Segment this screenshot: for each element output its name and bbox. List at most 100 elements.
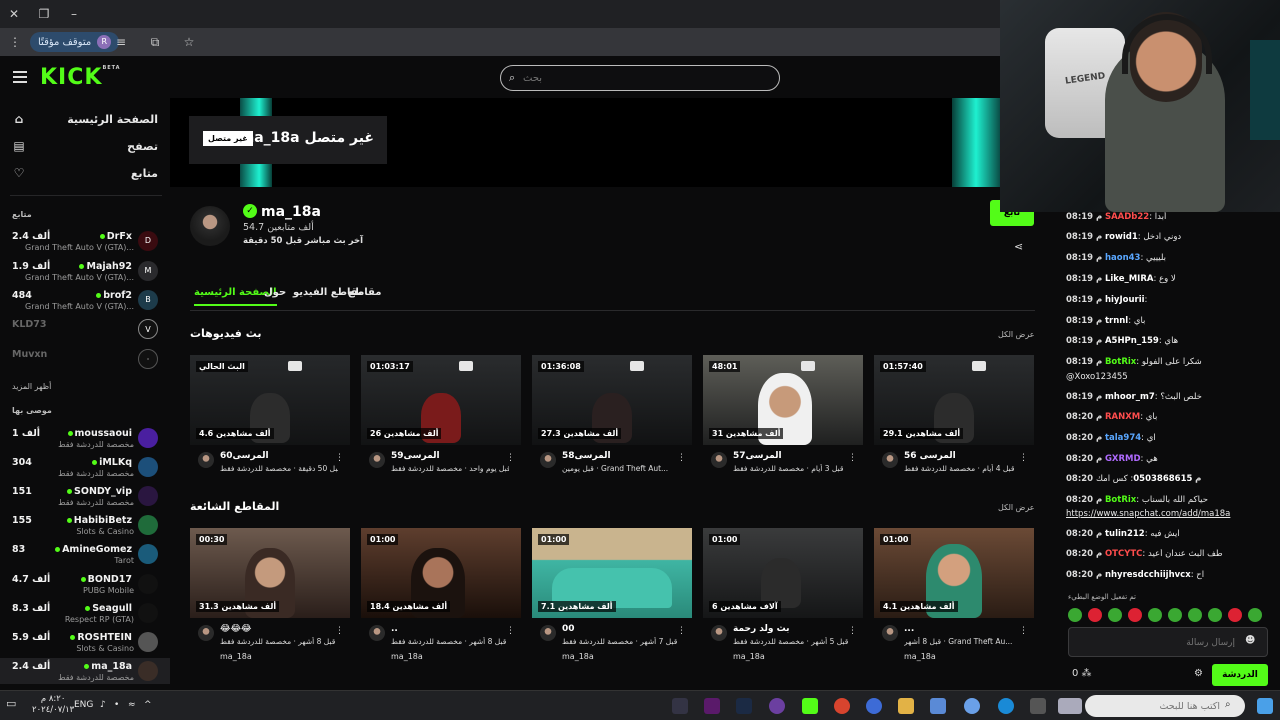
video-title[interactable]: المرسى 56 — [904, 451, 1019, 461]
chat-username[interactable]: RANXM — [1105, 412, 1140, 422]
restore-window-icon[interactable]: ❐ — [36, 6, 52, 22]
chat-username[interactable]: OTCYTC — [1105, 549, 1142, 559]
search-box[interactable]: ⌕ — [500, 65, 780, 91]
settings-gear-icon[interactable]: ⚙ — [1194, 668, 1203, 679]
clip-card[interactable]: 01:00 18.4 ألف مشاهدين .. قبل 8 أشهر · م… — [361, 528, 521, 661]
chat-username[interactable]: hiyJourii — [1105, 295, 1145, 305]
video-title[interactable]: المرسى58 — [562, 451, 677, 461]
chat-username[interactable]: BotRix — [1105, 357, 1136, 367]
sidebar-rec-sondy[interactable]: 151 SONDY_vip مخصصة للدردشة فقط — [0, 483, 170, 509]
copilot-icon[interactable] — [964, 698, 980, 714]
clip-thumbnail[interactable]: 01:00 18.4 ألف مشاهدين — [361, 528, 521, 618]
clip-user[interactable]: ma_18a — [733, 652, 765, 661]
clip-title[interactable]: 😂😂😂 — [220, 624, 335, 634]
sidebar-rec-seagull[interactable]: 8.3 ألف Seagull Respect RP (GTA) — [0, 600, 170, 626]
sidebar-rec-ma18a[interactable]: 2.4 ألف ma_18a مخصصة للدردشة فقط — [0, 658, 170, 684]
task-view-icon[interactable] — [1030, 698, 1046, 714]
clip-title[interactable]: .. — [391, 624, 506, 634]
video-thumbnail[interactable]: 48:01 31 ألف مشاهدين — [703, 355, 863, 445]
sidebar-rec-bond17[interactable]: 4.7 ألف BOND17 PUBG Mobile — [0, 571, 170, 597]
clip-thumbnail[interactable]: 01:00 6 آلاف مشاهدين — [703, 528, 863, 618]
video-thumbnail[interactable]: 01:03:17 26 ألف مشاهدين — [361, 355, 521, 445]
videos-view-all[interactable]: عرض الكل — [998, 330, 1035, 339]
video-thumbnail[interactable]: 01:57:40 29.1 ألف مشاهدين — [874, 355, 1034, 445]
clip-title[interactable]: بث ولد رحمة — [733, 624, 848, 634]
profile-paused-chip[interactable]: متوقف مؤقتًا R — [30, 32, 120, 52]
chat-username[interactable]: BotRix — [1105, 495, 1136, 505]
extensions-icon[interactable]: ⧉ — [146, 34, 164, 50]
clip-card[interactable]: 01:00 7.1 ألف مشاهدين 00 قبل 7 أشهر · مخ… — [532, 528, 692, 661]
sidebar-channel-brof2[interactable]: 484 brof2 Grand Theft Auto V (GTA)... B — [0, 287, 170, 313]
mic-icon[interactable]: • — [114, 700, 119, 710]
sidebar-nav-following[interactable]: ♡ متابع — [12, 164, 158, 182]
clip-user[interactable]: ma_18a — [904, 652, 936, 661]
more-options-icon[interactable]: ⋮ — [677, 626, 686, 636]
more-options-icon[interactable]: ⋮ — [848, 453, 857, 463]
channel-avatar[interactable] — [190, 206, 230, 246]
clip-thumbnail[interactable]: 01:00 7.1 ألف مشاهدين — [532, 528, 692, 618]
steam-icon[interactable] — [736, 698, 752, 714]
notification-icon[interactable]: ▭ — [6, 697, 16, 710]
video-title[interactable]: المرسى57 — [733, 451, 848, 461]
more-options-icon[interactable]: ⋮ — [848, 626, 857, 636]
chat-username[interactable]: tala974 — [1105, 433, 1141, 443]
clip-user[interactable]: ma_18a — [220, 652, 252, 661]
clips-view-all[interactable]: عرض الكل — [998, 503, 1035, 512]
clip-card[interactable]: 01:00 6 آلاف مشاهدين بث ولد رحمة قبل 5 أ… — [703, 528, 863, 661]
share-icon[interactable]: ⋖ — [1014, 240, 1023, 253]
chat-username[interactable]: rowid1 — [1105, 232, 1138, 242]
sidebar-nav-browse[interactable]: ▤ تصفح — [12, 137, 158, 155]
sidebar-rec-imlkq[interactable]: 304 iMLKq مخصصة للدردشة فقط — [0, 454, 170, 480]
clip-thumbnail[interactable]: 01:00 4.1 ألف مشاهدين — [874, 528, 1034, 618]
kick-logo[interactable]: KICKBETA — [40, 65, 121, 90]
more-options-icon[interactable]: ⋮ — [506, 453, 515, 463]
sidebar-channel-drfx[interactable]: 2.4 ألف DrFx Grand Theft Auto V (GTA)...… — [0, 228, 170, 254]
emote-icon[interactable] — [1168, 608, 1182, 622]
emote-icon[interactable] — [1208, 608, 1222, 622]
taskbar-app-icon[interactable] — [866, 698, 882, 714]
clip-user[interactable]: ma_18a — [562, 652, 594, 661]
taskbar-app-icon[interactable] — [704, 698, 720, 714]
chat-send-button[interactable]: الدردشة — [1212, 664, 1268, 686]
video-card[interactable]: 48:01 31 ألف مشاهدين المرسى57 قبل 3 أيام… — [703, 355, 863, 485]
tray-chevron-icon[interactable]: ^ — [144, 700, 152, 710]
sidebar-channel-muvxn[interactable]: Muvxn · — [0, 346, 170, 372]
clip-card[interactable]: 01:00 4.1 ألف مشاهدين ... قبل 8 أشهر · G… — [874, 528, 1034, 661]
more-options-icon[interactable]: ⋮ — [1019, 453, 1028, 463]
clip-user[interactable]: ma_18a — [391, 652, 423, 661]
more-options-icon[interactable]: ⋮ — [335, 453, 344, 463]
close-window-icon[interactable]: ✕ — [6, 6, 22, 22]
video-card[interactable]: البث الحالي 4.6 ألف مشاهدين المرسى60 قبل… — [190, 355, 350, 485]
more-options-icon[interactable]: ⋮ — [1019, 626, 1028, 636]
chat-username[interactable]: Like_MIRA — [1105, 274, 1154, 284]
video-card[interactable]: 01:57:40 29.1 ألف مشاهدين المرسى 56 قبل … — [874, 355, 1034, 485]
video-title[interactable]: المرسى60 — [220, 451, 335, 461]
clip-title[interactable]: ... — [904, 624, 1019, 634]
video-title[interactable]: المرسى59 — [391, 451, 506, 461]
video-thumbnail[interactable]: البث الحالي 4.6 ألف مشاهدين — [190, 355, 350, 445]
chrome-icon[interactable] — [834, 698, 850, 714]
bookmark-star-icon[interactable]: ☆ — [180, 34, 198, 50]
clip-thumbnail[interactable]: 00:30 31.3 ألف مشاهدين — [190, 528, 350, 618]
taskbar-search[interactable]: ⌕ — [1085, 695, 1245, 717]
edge-icon[interactable] — [998, 698, 1014, 714]
chat-username[interactable]: 0503868615 — [1133, 474, 1192, 484]
sidebar-channel-majah92[interactable]: 1.9 ألف Majah92 Grand Theft Auto V (GTA)… — [0, 258, 170, 284]
chat-input-box[interactable]: ☻ — [1068, 627, 1268, 657]
chat-username[interactable]: GXRMD — [1105, 454, 1141, 464]
emoji-icon[interactable]: ☻ — [1245, 635, 1255, 646]
chat-username[interactable]: A5HPn_159 — [1105, 336, 1159, 346]
taskbar-app-icon[interactable] — [769, 698, 785, 714]
sidebar-channel-kld73[interactable]: KLD73 V — [0, 316, 170, 342]
language-indicator[interactable]: ENG — [74, 700, 93, 710]
search-input[interactable] — [523, 70, 768, 86]
minimize-window-icon[interactable]: – — [66, 6, 82, 22]
taskbar-app-icon[interactable] — [672, 698, 688, 714]
emote-icon[interactable] — [1148, 608, 1162, 622]
emote-icon[interactable] — [1188, 608, 1202, 622]
sidebar-rec-moussaoui[interactable]: 1 ألف moussaoui مخصصة للدردشة فقط — [0, 425, 170, 451]
chat-input[interactable] — [1097, 636, 1235, 650]
tab-clips[interactable]: مقاطع — [348, 287, 381, 298]
wifi-icon[interactable]: ≈ — [128, 700, 136, 710]
chat-username[interactable]: trnnl — [1105, 316, 1128, 326]
